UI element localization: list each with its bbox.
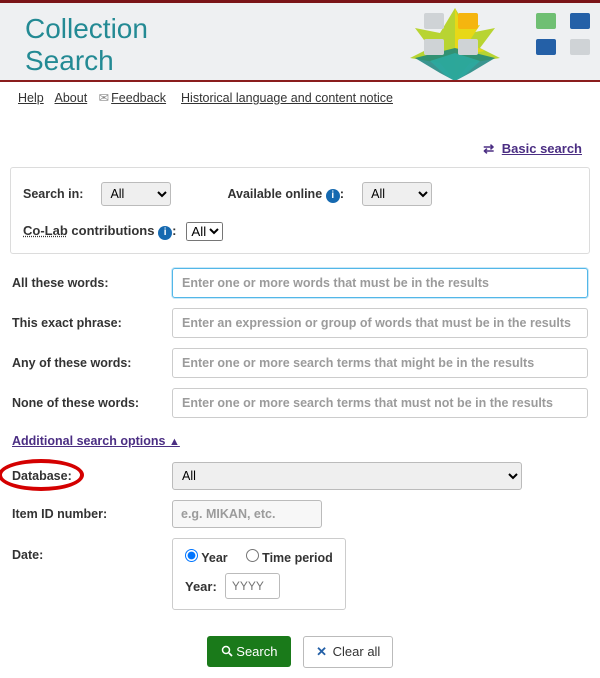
year-input[interactable] (225, 573, 280, 599)
clear-button-label: Clear all (333, 644, 381, 659)
utility-link-bar: Help About ✉Feedback Historical language… (0, 82, 600, 113)
about-link[interactable]: About (55, 91, 88, 105)
map-icon (458, 39, 478, 55)
header-icon-row (424, 13, 590, 55)
any-words-input[interactable] (172, 348, 588, 378)
item-id-label: Item ID number: (12, 507, 172, 521)
camera-icon (458, 13, 478, 29)
date-box: Year Time period Year: (172, 538, 346, 610)
clear-button[interactable]: ✕ Clear all (303, 636, 393, 668)
time-period-radio[interactable] (246, 549, 259, 562)
all-words-label: All these words: (12, 276, 172, 290)
additional-options-toggle[interactable]: Additional search options ▲ (12, 434, 180, 448)
search-button-label: Search (236, 644, 277, 659)
search-in-select[interactable]: All (101, 182, 171, 206)
info-icon[interactable]: i (158, 226, 172, 240)
button-row: Search ✕ Clear all (12, 620, 588, 678)
close-icon: ✕ (316, 644, 327, 659)
colab-link[interactable]: Co-Lab (23, 223, 68, 238)
historical-notice-link[interactable]: Historical language and content notice (181, 91, 393, 105)
envelope-icon: ✉ (99, 91, 109, 105)
swap-icon: ⇄ (483, 141, 494, 156)
time-period-radio-label: Time period (262, 551, 333, 565)
item-id-input[interactable] (172, 500, 322, 528)
stamp-icon (570, 39, 590, 55)
date-label: Date: (12, 538, 172, 562)
mode-switch-row: ⇄ Basic search (10, 113, 590, 167)
help-link[interactable]: Help (18, 91, 44, 105)
speaker-icon (536, 13, 556, 29)
year-radio-label: Year (201, 551, 227, 565)
additional-options-label: Additional search options (12, 434, 166, 448)
paint-icon (424, 39, 444, 55)
available-online-select[interactable]: All (362, 182, 432, 206)
chevron-up-icon: ▲ (169, 436, 180, 448)
database-label: Database: (12, 469, 72, 483)
video-icon (536, 39, 556, 55)
basic-search-link[interactable]: Basic search (502, 141, 582, 156)
feedback-link[interactable]: Feedback (111, 91, 166, 105)
exact-phrase-label: This exact phrase: (12, 316, 172, 330)
database-select[interactable]: All (172, 462, 522, 490)
all-words-input[interactable] (172, 268, 588, 298)
available-online-label: Available online (227, 187, 322, 201)
keywords-panel: All these words: This exact phrase: Any … (10, 254, 590, 678)
year-radio[interactable] (185, 549, 198, 562)
colab-select[interactable]: All (186, 222, 223, 241)
any-words-label: Any of these words: (12, 356, 172, 370)
title-line1: Collection (25, 13, 148, 44)
none-words-label: None of these words: (12, 396, 172, 410)
search-button[interactable]: Search (207, 636, 292, 667)
book-icon (570, 13, 590, 29)
document-icon (424, 13, 444, 29)
header-band: Collection Search (0, 0, 600, 80)
filter-panel: Search in: All Available online i: All C… (10, 167, 590, 254)
search-icon (221, 645, 233, 657)
exact-phrase-input[interactable] (172, 308, 588, 338)
none-words-input[interactable] (172, 388, 588, 418)
title-line2: Search (25, 45, 114, 76)
info-icon[interactable]: i (326, 189, 340, 203)
search-in-label: Search in: (23, 187, 83, 201)
contributions-text: contributions (71, 223, 154, 238)
